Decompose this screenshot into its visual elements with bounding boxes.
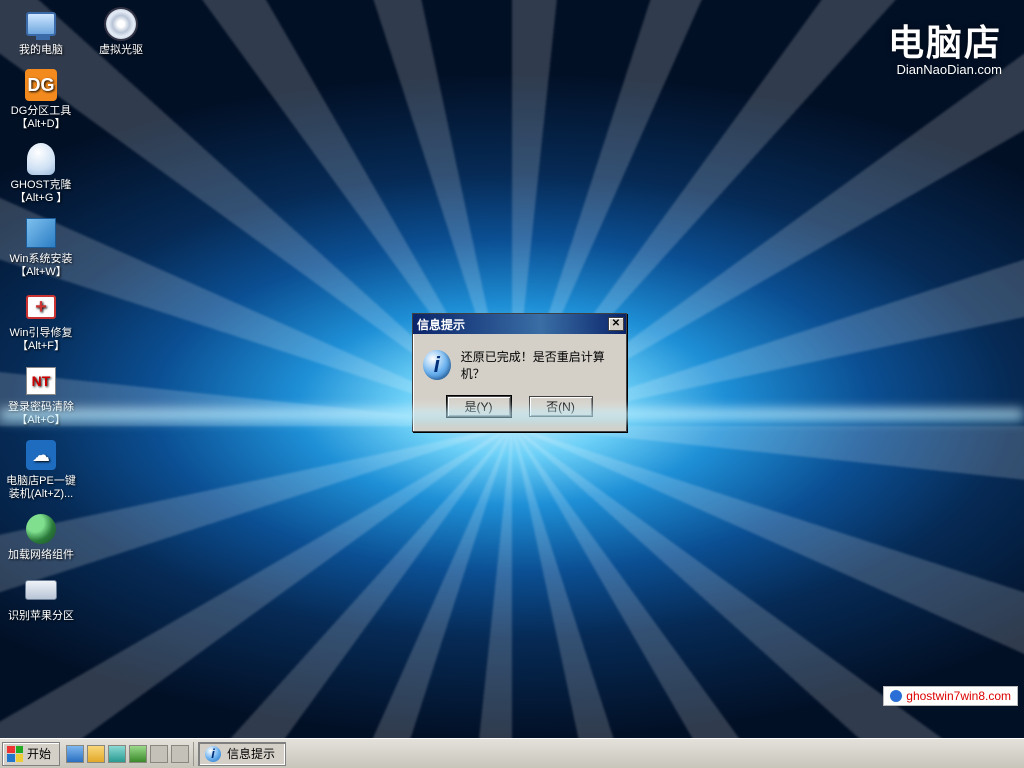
desktop-icon-my-computer[interactable]: 我的电脑 (4, 4, 78, 59)
taskbar-task-button[interactable]: i 信息提示 (198, 742, 286, 766)
info-icon: i (205, 746, 221, 762)
icon-label: 登录密码清除【Alt+C】 (8, 401, 74, 427)
desktop-icon-boot-repair[interactable]: Win引导修复【Alt+F】 (4, 287, 78, 355)
task-button-label: 信息提示 (227, 745, 275, 762)
icon-label: Win引导修复【Alt+F】 (10, 327, 73, 353)
dialog-buttons: 是(Y) 否(N) (413, 390, 626, 431)
desktop-icon-column: 我的电脑 DG DG分区工具【Alt+D】 GHOST克隆【Alt+G 】 Wi… (4, 4, 78, 625)
quicklaunch-item[interactable] (66, 745, 84, 763)
desktop[interactable]: 电脑店 DianNaoDian.com 我的电脑 DG DG分区工具【Alt+D… (0, 0, 1024, 738)
brand-watermark: 电脑店 DianNaoDian.com (888, 14, 1002, 77)
desktop-icon-dg-partition[interactable]: DG DG分区工具【Alt+D】 (4, 65, 78, 133)
globe-icon (26, 514, 56, 544)
close-button[interactable]: ✕ (608, 317, 624, 331)
pe-icon: ☁ (26, 440, 56, 470)
watermark-text: ghostwin7win8.com (906, 689, 1011, 703)
yes-button[interactable]: 是(Y) (447, 396, 511, 417)
desktop-icon-password-clear[interactable]: NT 登录密码清除【Alt+C】 (4, 361, 78, 429)
icon-label: 识别苹果分区 (8, 610, 74, 623)
watermark-icon (890, 690, 902, 702)
icon-label: 虚拟光驱 (99, 44, 143, 57)
icon-label: 我的电脑 (19, 44, 63, 57)
quicklaunch-item[interactable] (129, 745, 147, 763)
dialog-body: i 还原已完成！是否重启计算机？ (413, 334, 626, 390)
icon-label: 加载网络组件 (8, 549, 74, 562)
desktop-icon-win-install[interactable]: Win系统安装【Alt+W】 (4, 213, 78, 281)
quicklaunch-item[interactable] (108, 745, 126, 763)
desktop-icon-load-network[interactable]: 加载网络组件 (4, 509, 78, 564)
start-label: 开始 (27, 745, 51, 762)
start-button[interactable]: 开始 (2, 742, 60, 766)
disc-icon (106, 9, 136, 39)
info-icon: i (423, 350, 451, 380)
quicklaunch-item[interactable] (171, 745, 189, 763)
icon-label: GHOST克隆【Alt+G 】 (10, 179, 71, 205)
quicklaunch-item[interactable] (150, 745, 168, 763)
icon-label: 电脑店PE一键装机(Alt+Z)... (6, 475, 76, 501)
dialog-message: 还原已完成！是否重启计算机？ (461, 348, 616, 382)
icon-label: DG分区工具【Alt+D】 (11, 105, 72, 131)
dialog-title: 信息提示 (417, 316, 465, 333)
computer-icon (26, 12, 56, 36)
quick-launch (62, 742, 194, 766)
ghost-icon (27, 143, 55, 175)
nt-icon: NT (26, 367, 56, 395)
windows-flag-icon (7, 746, 23, 762)
dg-icon: DG (25, 69, 57, 101)
brand-subtitle: DianNaoDian.com (888, 62, 1002, 77)
desktop-icon-apple-partition[interactable]: 识别苹果分区 (4, 570, 78, 625)
desktop-icon-ghost-clone[interactable]: GHOST克隆【Alt+G 】 (4, 139, 78, 207)
site-watermark: ghostwin7win8.com (883, 686, 1018, 706)
taskbar: 开始 i 信息提示 (0, 738, 1024, 768)
brand-title: 电脑店 (888, 14, 1002, 66)
desktop-icon-virtual-cd[interactable]: 虚拟光驱 (84, 4, 158, 59)
repair-icon (26, 295, 56, 319)
quicklaunch-item[interactable] (87, 745, 105, 763)
no-button[interactable]: 否(N) (529, 396, 593, 417)
windows-install-icon (26, 218, 56, 248)
icon-label: Win系统安装【Alt+W】 (10, 253, 73, 279)
hdd-icon (25, 580, 57, 600)
dialog-titlebar[interactable]: 信息提示 ✕ (413, 314, 626, 334)
desktop-icon-pe-onekey[interactable]: ☁ 电脑店PE一键装机(Alt+Z)... (4, 435, 78, 503)
info-dialog: 信息提示 ✕ i 还原已完成！是否重启计算机？ 是(Y) 否(N) (412, 313, 627, 432)
